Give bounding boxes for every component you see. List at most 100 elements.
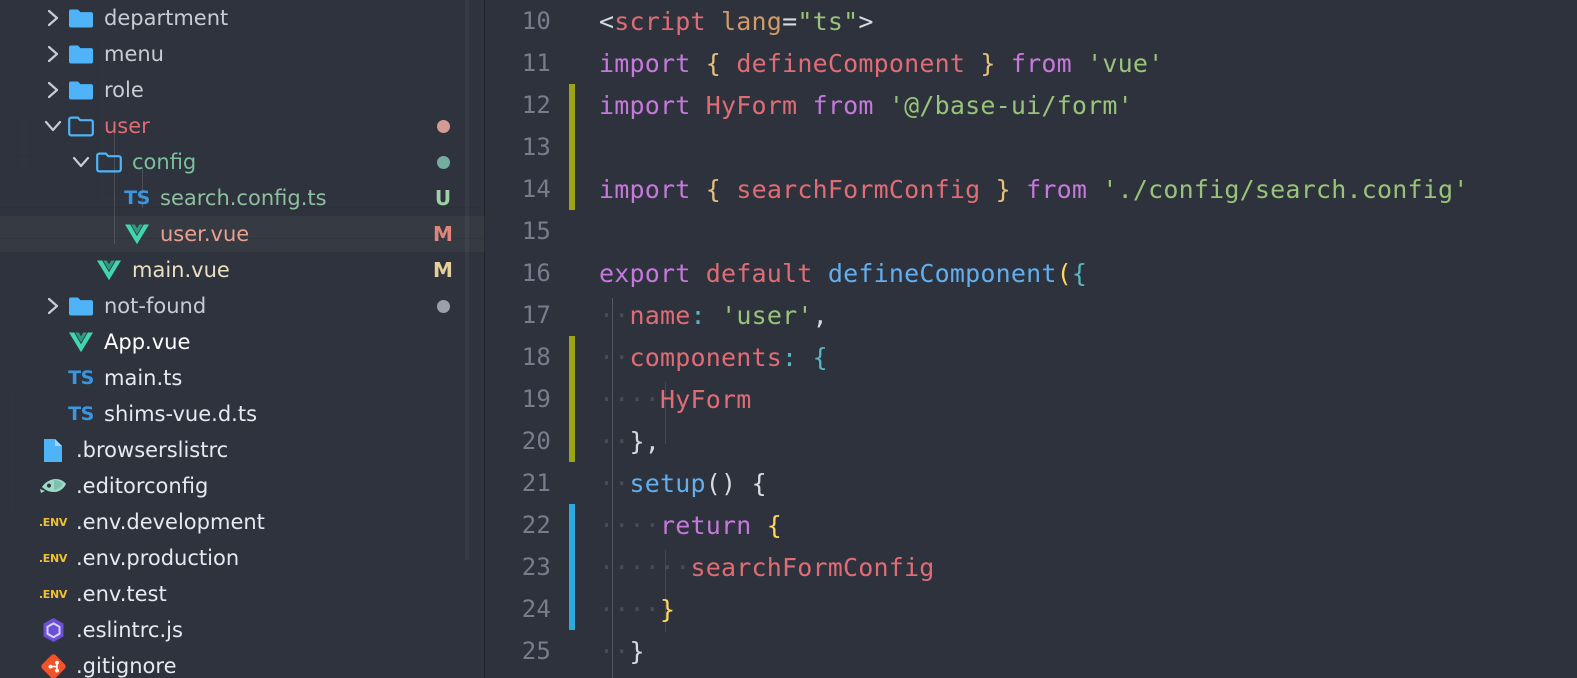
env-icon: .ENV	[38, 587, 68, 601]
code-token: {	[766, 510, 783, 540]
code-line[interactable]: 11 import { defineComponent } from 'vue'	[485, 42, 1577, 84]
chevron-right-icon[interactable]	[40, 45, 66, 63]
line-number: 19	[521, 385, 551, 413]
line-number: 23	[521, 553, 551, 581]
scrollbar-thumb[interactable]	[465, 0, 469, 560]
tree-row-.gitignore[interactable]: .gitignore	[0, 648, 485, 678]
folder-closed-icon	[66, 80, 96, 101]
tree-row-not-found[interactable]: not-found	[0, 288, 485, 324]
line-number: 21	[521, 469, 551, 497]
vue-icon	[66, 331, 96, 353]
chevron-right-icon[interactable]	[40, 81, 66, 99]
code-line[interactable]: 18 ··components: {	[485, 336, 1577, 378]
code-text: ··setup() {	[599, 469, 767, 498]
code-line[interactable]: 20 ··},	[485, 420, 1577, 462]
tree-item-label: shims-vue.d.ts	[104, 401, 258, 426]
code-token: >	[858, 6, 874, 36]
file-tree-list[interactable]: department menu role user config TS search.con…	[0, 0, 485, 678]
gutter-change-bar	[569, 588, 575, 630]
tree-row-.env.test[interactable]: .ENV .env.test	[0, 576, 485, 612]
code-line[interactable]: 16 export default defineComponent({	[485, 252, 1577, 294]
tree-row-.env.development[interactable]: .ENV .env.development	[0, 504, 485, 540]
code-token: <	[599, 6, 615, 36]
code-lines[interactable]: 10 <script lang="ts"> 11 import { defineCom…	[485, 0, 1577, 672]
chevron-down-icon[interactable]	[40, 119, 66, 133]
chevron-right-icon[interactable]	[40, 9, 66, 27]
gutter-change-bar	[569, 378, 575, 420]
gutter-change-bar	[569, 462, 575, 504]
code-token: from	[812, 90, 874, 120]
code-token: ··	[599, 468, 630, 498]
tree-row-user.vue[interactable]: user.vue M	[0, 216, 485, 252]
code-line[interactable]: 22 ····return {	[485, 504, 1577, 546]
tree-item-label: search.config.ts	[160, 185, 327, 210]
tree-row-app.vue[interactable]: App.vue	[0, 324, 485, 360]
code-line[interactable]: 10 <script lang="ts">	[485, 0, 1577, 42]
code-token: '@/base-ui/form'	[888, 90, 1133, 120]
tree-item-label: main.ts	[104, 365, 183, 390]
sidebar-scrollbar[interactable]	[463, 0, 471, 678]
eslint-icon	[38, 617, 68, 643]
gutter-change-bar	[569, 42, 575, 84]
explorer-sidebar: department menu role user config TS search.con…	[0, 0, 485, 678]
line-number: 24	[521, 595, 551, 623]
tree-item-label: config	[132, 149, 197, 174]
tree-row-role[interactable]: role	[0, 72, 485, 108]
code-indent-guide	[665, 550, 666, 632]
tree-item-label: .eslintrc.js	[76, 617, 183, 642]
code-text: ····return {	[599, 511, 782, 540]
tree-row-main.ts[interactable]: TS main.ts	[0, 360, 485, 396]
tree-row-user[interactable]: user	[0, 108, 485, 144]
code-token: ,	[644, 426, 661, 456]
tree-row-department[interactable]: department	[0, 0, 485, 36]
tree-row-search.config.ts[interactable]: TS search.config.ts U	[0, 180, 485, 216]
tree-row-config[interactable]: config	[0, 144, 485, 180]
code-line[interactable]: 12 import HyForm from '@/base-ui/form'	[485, 84, 1577, 126]
code-line[interactable]: 17 ··name: 'user',	[485, 294, 1577, 336]
code-token: ,	[812, 300, 828, 330]
code-line[interactable]: 13	[485, 126, 1577, 168]
tree-row-main.vue[interactable]: main.vue M	[0, 252, 485, 288]
code-line[interactable]: 19 ····HyForm	[485, 378, 1577, 420]
tree-row-shims-vue.d.ts[interactable]: TS shims-vue.d.ts	[0, 396, 485, 432]
code-text: export default defineComponent({	[599, 259, 1087, 288]
code-line[interactable]: 25 ··}	[485, 630, 1577, 672]
code-line[interactable]: 15	[485, 210, 1577, 252]
line-number: 12	[521, 91, 551, 119]
chevron-down-icon[interactable]	[68, 155, 94, 169]
chevron-right-icon[interactable]	[40, 297, 66, 315]
gutter-change-bar	[569, 630, 575, 672]
code-line[interactable]: 23 ······searchFormConfig	[485, 546, 1577, 588]
tree-row-.env.production[interactable]: .ENV .env.production	[0, 540, 485, 576]
tree-row-menu[interactable]: menu	[0, 36, 485, 72]
git-status-marker: M	[433, 222, 453, 246]
git-status-marker: M	[433, 258, 453, 282]
code-line[interactable]: 24 ····}	[485, 588, 1577, 630]
tree-row-.editorconfig[interactable]: .editorconfig	[0, 468, 485, 504]
code-line[interactable]: 21 ··setup() {	[485, 462, 1577, 504]
tree-item-label: App.vue	[104, 329, 191, 354]
code-editor-pane[interactable]: 10 <script lang="ts"> 11 import { defineCom…	[485, 0, 1577, 678]
code-token: name	[629, 300, 691, 330]
code-token: HyForm	[660, 384, 752, 414]
code-token: import	[599, 48, 691, 78]
code-token: :	[690, 300, 706, 330]
typescript-icon: TS	[68, 403, 94, 425]
tree-row-.eslintrc.js[interactable]: .eslintrc.js	[0, 612, 485, 648]
folder-closed-icon	[66, 44, 96, 65]
document-icon	[38, 438, 68, 463]
code-text: ······searchFormConfig	[599, 553, 935, 582]
code-token: {	[1071, 258, 1088, 288]
code-line[interactable]: 14 import { searchFormConfig } from './co…	[485, 168, 1577, 210]
tree-row-.browserslistrc[interactable]: .browserslistrc	[0, 432, 485, 468]
code-token: }	[629, 426, 645, 456]
code-text: ··components: {	[599, 343, 828, 372]
